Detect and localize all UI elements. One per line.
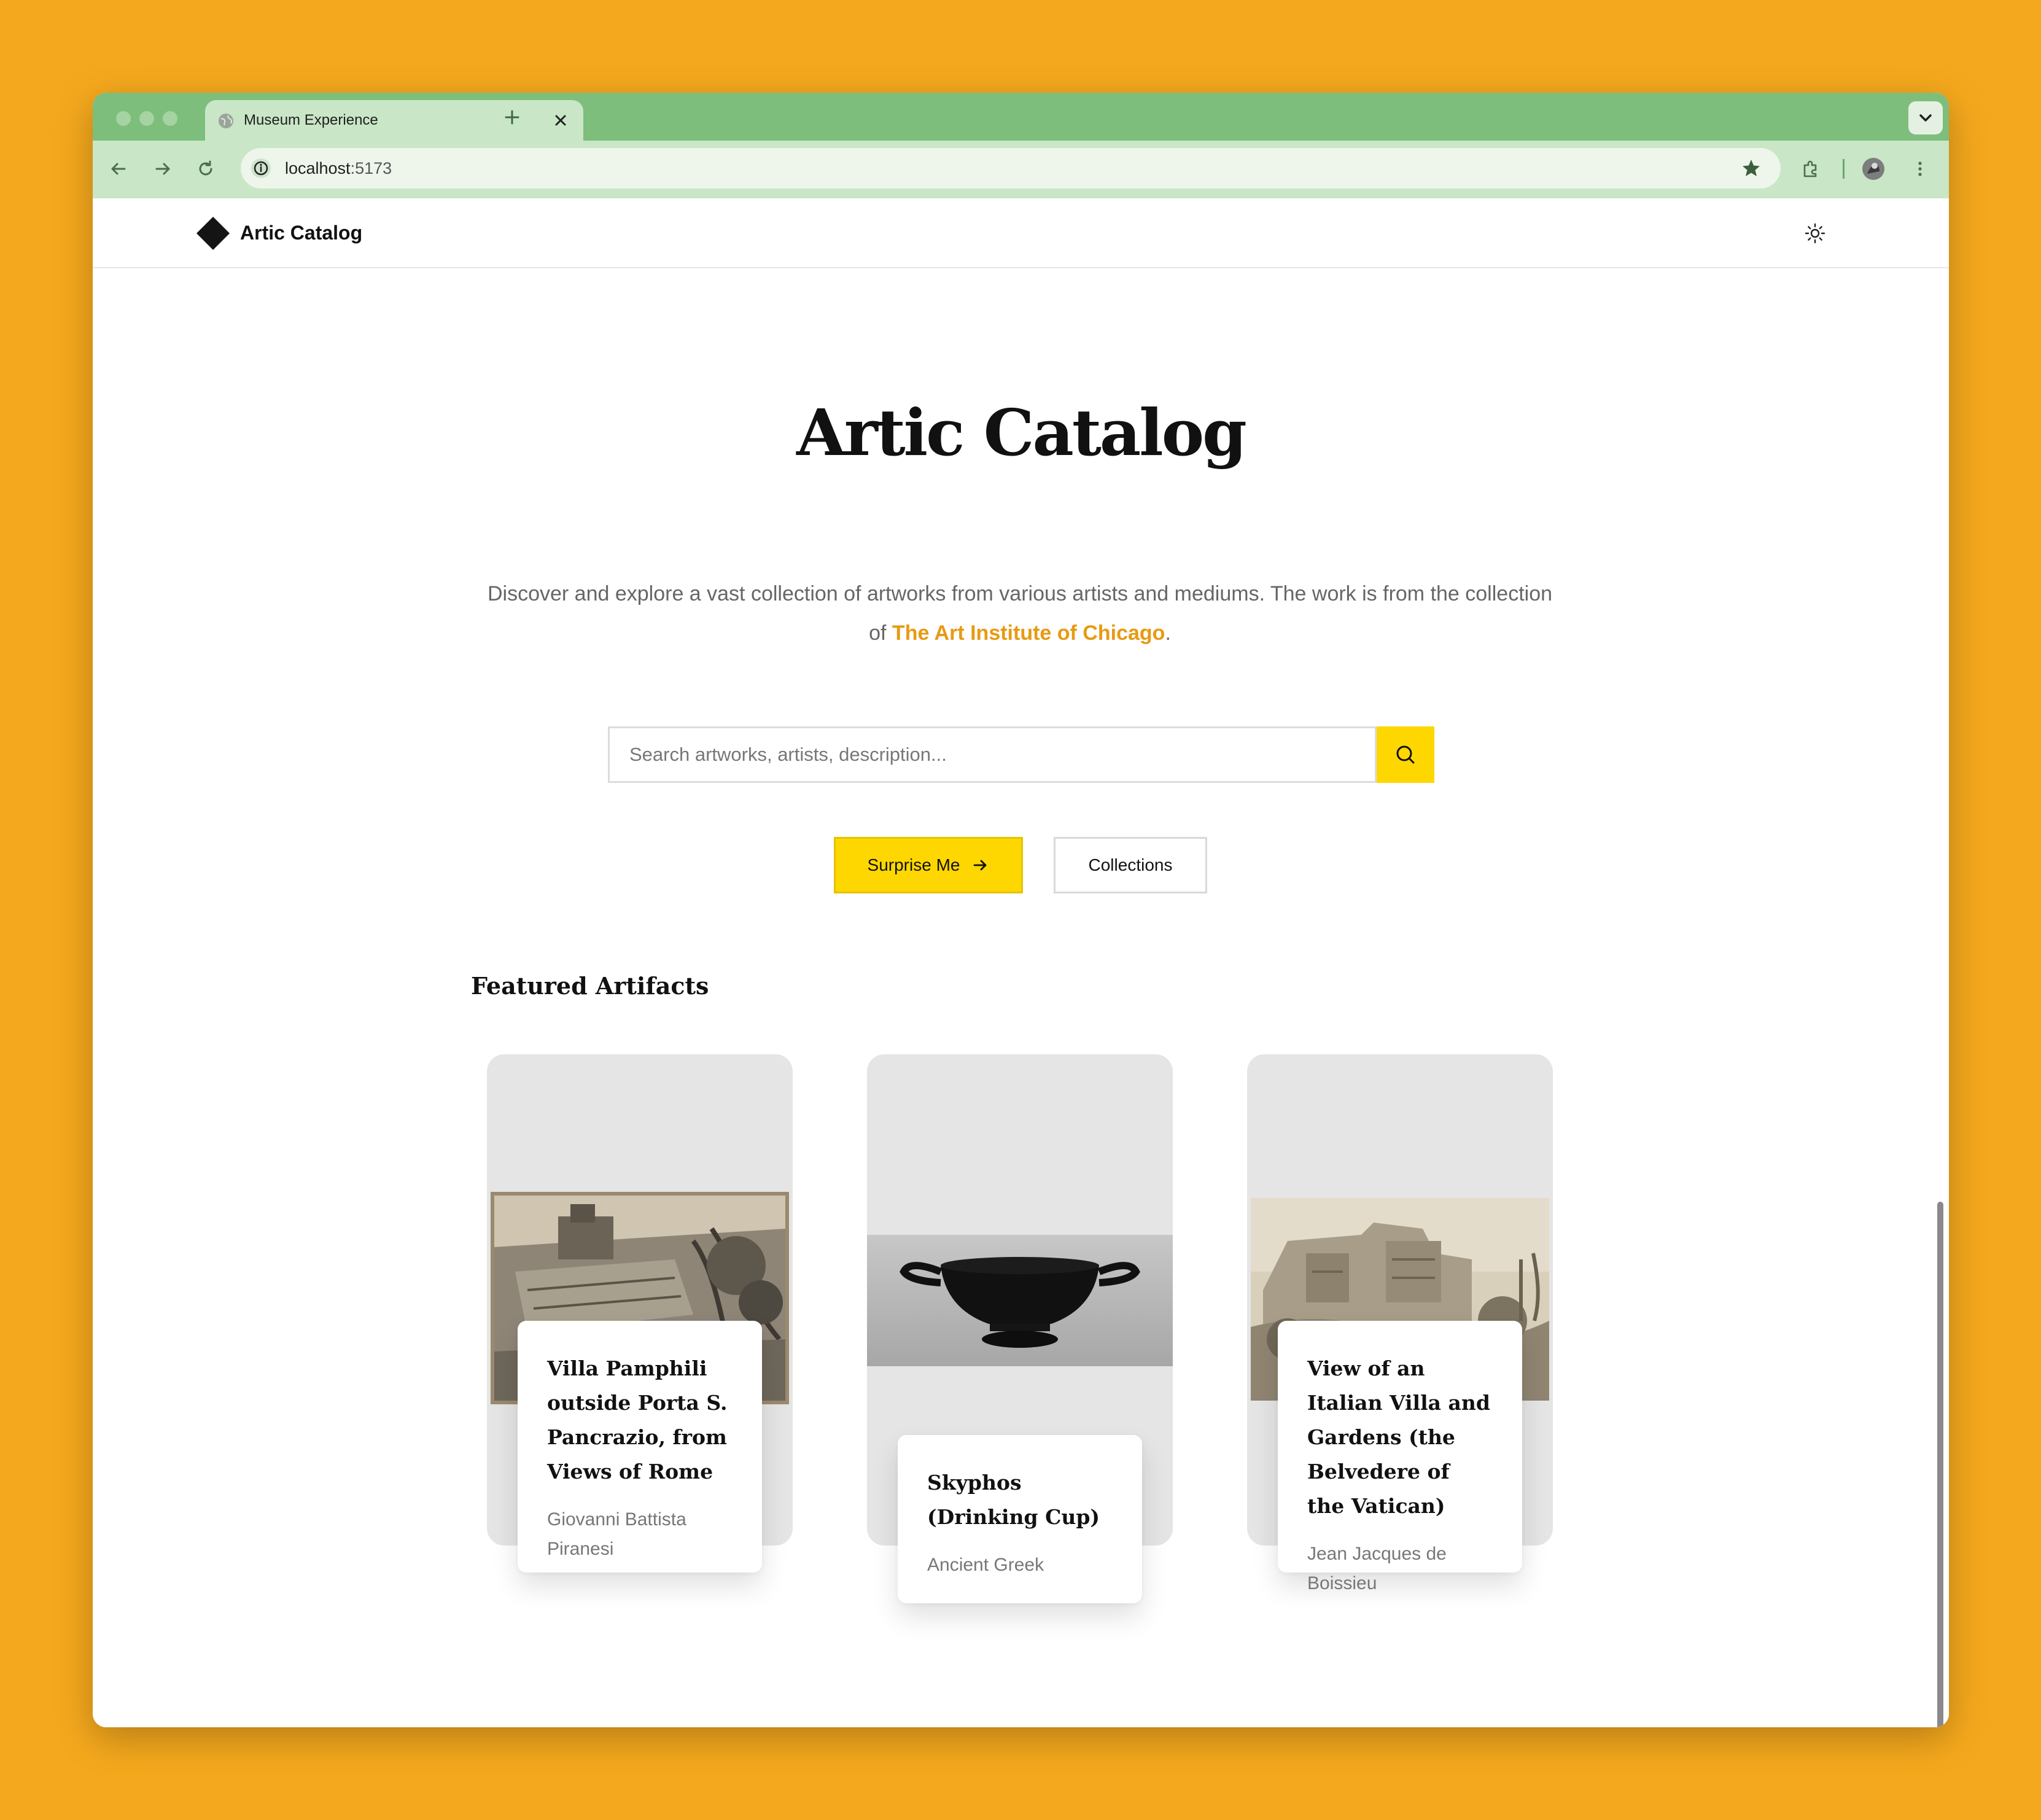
surprise-me-button[interactable]: Surprise Me: [834, 837, 1023, 893]
window-zoom-dot[interactable]: [163, 111, 177, 126]
card-artist: Jean Jacques de Boissieu: [1307, 1544, 1447, 1593]
featured-title: Featured Artifacts: [471, 972, 709, 1000]
card-title: View of an Italian Villa and Gardens (th…: [1307, 1356, 1490, 1518]
window-close-dot[interactable]: [116, 111, 131, 126]
extensions-icon[interactable]: [1800, 158, 1822, 180]
close-icon[interactable]: [551, 111, 570, 130]
globe-icon: [219, 114, 233, 128]
address-bar[interactable]: localhost:5173: [241, 148, 1781, 189]
reload-icon[interactable]: [195, 158, 217, 180]
sun-icon[interactable]: [1805, 223, 1825, 244]
forward-icon[interactable]: [152, 158, 174, 180]
browser-toolbar: localhost:5173: [93, 141, 1949, 200]
window-minimize-dot[interactable]: [139, 111, 154, 126]
surprise-me-label: Surprise Me: [867, 855, 960, 874]
new-tab-icon[interactable]: [500, 105, 524, 130]
toolbar-divider: [1843, 159, 1845, 179]
page-content: Artic Catalog Artic Catalog Discover and…: [93, 198, 1949, 1727]
search-box: [608, 726, 1377, 783]
site-info-icon[interactable]: [249, 157, 273, 180]
artwork-card[interactable]: Skyphos (Drinking Cup) Ancient Greek: [867, 1054, 1173, 1603]
brand-name[interactable]: Artic Catalog: [240, 198, 362, 267]
more-menu-icon[interactable]: [1909, 158, 1931, 180]
card-title: Skyphos (Drinking Cup): [927, 1471, 1100, 1529]
search-input[interactable]: [610, 728, 1375, 781]
arrow-right-icon: [974, 860, 987, 871]
collections-label: Collections: [1088, 855, 1173, 874]
browser-window: Museum Experience localhost:5173 Artic C…: [93, 93, 1949, 1727]
hero-title: Artic Catalog: [796, 395, 1247, 470]
tab-title: Museum Experience: [244, 112, 378, 128]
search-button[interactable]: [1377, 726, 1434, 783]
artwork-card[interactable]: View of an Italian Villa and Gardens (th…: [1247, 1054, 1553, 1593]
tab-search-button[interactable]: [1908, 101, 1943, 134]
card-artist: Ancient Greek: [927, 1555, 1044, 1575]
chevron-down-icon: [1919, 114, 1932, 122]
hero-description: Discover and explore a vast collection o…: [487, 582, 1553, 645]
tab-bar: Museum Experience: [93, 93, 1949, 141]
artwork-card[interactable]: Villa Pamphili outside Porta S. Pancrazi…: [487, 1054, 793, 1573]
card-info: Skyphos (Drinking Cup) Ancient Greek: [898, 1435, 1142, 1603]
card-info: View of an Italian Villa and Gardens (th…: [1278, 1321, 1522, 1593]
profile-avatar-icon[interactable]: [1861, 157, 1886, 181]
url-text: localhost:5173: [285, 159, 392, 177]
card-info: Villa Pamphili outside Porta S. Pancrazi…: [518, 1321, 762, 1573]
diamond-logo-icon[interactable]: [195, 216, 231, 251]
search-icon: [1396, 745, 1415, 764]
collections-button[interactable]: Collections: [1054, 837, 1207, 893]
artwork-image: [867, 1235, 1173, 1366]
scrollbar-thumb[interactable]: [1937, 1202, 1943, 1727]
back-icon[interactable]: [107, 158, 130, 180]
bookmark-star-icon[interactable]: [1740, 157, 1762, 179]
site-header: Artic Catalog: [93, 198, 1949, 268]
aic-link[interactable]: The Art Institute of Chicago: [892, 621, 1165, 645]
browser-tab[interactable]: Museum Experience: [205, 100, 583, 141]
card-title: Villa Pamphili outside Porta S. Pancrazi…: [547, 1356, 728, 1484]
card-artist: Giovanni Battista Piranesi: [547, 1509, 686, 1559]
